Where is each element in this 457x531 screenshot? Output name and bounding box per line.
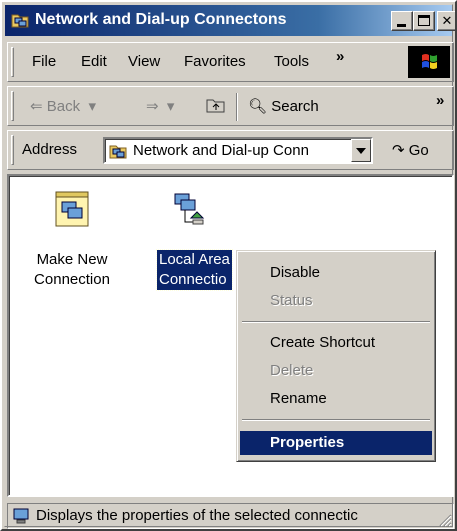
go-button[interactable]: ↷ Go <box>392 141 429 159</box>
addressbar-grip[interactable] <box>11 135 14 165</box>
go-arrow-icon: ↷ <box>392 142 405 159</box>
context-menu-status[interactable]: Status <box>240 289 432 313</box>
status-panel: Displays the properties of the selected … <box>7 503 454 529</box>
network-folder-icon <box>109 145 127 159</box>
toolbar-separator <box>236 93 238 121</box>
forward-dropdown-icon: ▾ <box>162 98 175 115</box>
menubar-grip[interactable] <box>11 47 14 77</box>
menu-edit[interactable]: Edit <box>81 53 107 70</box>
context-menu-rename[interactable]: Rename <box>240 387 432 411</box>
forward-button[interactable]: ⇒ ▾ <box>146 97 174 115</box>
context-menu: Disable Status Create Shortcut Delete Re… <box>236 250 436 462</box>
menu-overflow-chevron-icon[interactable]: » <box>336 48 344 65</box>
menu-tools[interactable]: Tools <box>274 53 309 70</box>
maximize-icon <box>418 15 430 26</box>
address-label: Address <box>22 141 78 158</box>
minimize-icon <box>397 24 406 27</box>
title-bar[interactable]: Network and Dial-up Connectons ✕ <box>5 5 455 36</box>
toolbar-overflow-chevron-icon[interactable]: » <box>436 92 444 109</box>
up-folder-icon <box>206 99 225 113</box>
back-label: Back <box>46 98 81 115</box>
address-value: Network and Dial-up Conn <box>133 142 309 159</box>
resize-grip-icon[interactable] <box>438 513 452 527</box>
search-icon: 🔍︎ <box>248 98 268 115</box>
status-text: Displays the properties of the selected … <box>36 507 358 524</box>
context-menu-disable[interactable]: Disable <box>240 261 432 285</box>
windows-logo-icon <box>408 46 450 78</box>
search-button[interactable]: 🔍︎ Search <box>248 97 319 115</box>
explorer-window: Network and Dial-up Connectons ✕ File Ed… <box>0 0 457 531</box>
menu-bar: File Edit View Favorites Tools » <box>7 42 454 82</box>
menu-favorites[interactable]: Favorites <box>184 53 246 70</box>
address-input[interactable]: Network and Dial-up Conn <box>103 137 373 164</box>
context-menu-delete[interactable]: Delete <box>240 359 432 383</box>
context-menu-properties[interactable]: Properties <box>240 431 432 455</box>
network-folder-icon <box>11 14 29 28</box>
up-folder-button[interactable] <box>205 95 227 119</box>
status-bar: Displays the properties of the selected … <box>7 501 454 529</box>
new-connection-icon <box>52 190 92 230</box>
back-button[interactable]: ⇐ Back ▾ <box>30 97 96 115</box>
back-dropdown-icon: ▾ <box>84 98 96 115</box>
item-label-selected: Local Area Connectio <box>156 249 233 291</box>
context-menu-separator <box>242 419 430 421</box>
address-dropdown-button[interactable] <box>351 139 371 162</box>
menu-file[interactable]: File <box>32 53 56 70</box>
item-label: Make New Connection <box>34 251 110 288</box>
window-title: Network and Dial-up Connectons <box>35 11 287 28</box>
close-icon: ✕ <box>441 13 453 28</box>
make-new-connection-item[interactable]: Make New Connection <box>17 190 127 290</box>
context-menu-create-shortcut[interactable]: Create Shortcut <box>240 331 432 355</box>
maximize-button[interactable] <box>413 11 435 31</box>
standard-toolbar: ⇐ Back ▾ ⇒ ▾ 🔍︎ Search » <box>7 86 454 126</box>
menu-view[interactable]: View <box>128 53 160 70</box>
forward-arrow-icon: ⇒ <box>146 98 159 115</box>
minimize-button[interactable] <box>391 11 413 31</box>
close-button[interactable]: ✕ <box>437 11 455 31</box>
network-status-icon <box>13 508 29 524</box>
back-arrow-icon: ⇐ <box>30 98 43 115</box>
context-menu-separator <box>242 321 430 323</box>
address-bar: Address Network and Dial-up Conn ↷ Go <box>7 130 454 170</box>
toolbar-grip[interactable] <box>11 91 14 121</box>
search-label: Search <box>271 98 319 115</box>
lan-connection-icon <box>169 190 209 230</box>
go-label: Go <box>408 142 429 159</box>
